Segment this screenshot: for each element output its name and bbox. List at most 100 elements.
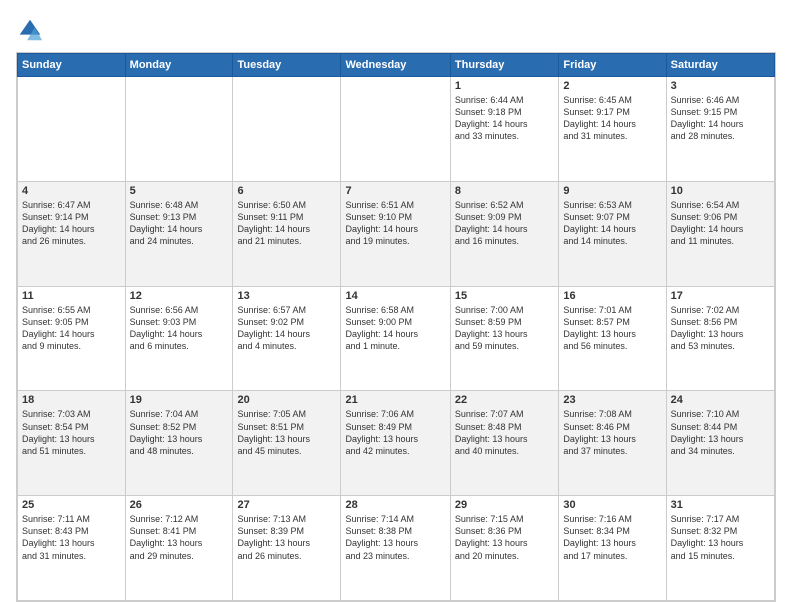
day-number: 31: [671, 499, 770, 511]
calendar-week-5: 25 Sunrise: 7:11 AM Sunset: 8:43 PM Dayli…: [18, 496, 775, 601]
day-info: Sunrise: 7:11 AM Sunset: 8:43 PM Dayligh…: [22, 513, 121, 562]
header: [16, 16, 776, 44]
header-day-sunday: Sunday: [18, 54, 126, 77]
day-info: Sunrise: 6:57 AM Sunset: 9:02 PM Dayligh…: [237, 304, 336, 353]
day-number: 15: [455, 290, 554, 302]
day-number: 10: [671, 185, 770, 197]
day-number: 7: [345, 185, 445, 197]
calendar-week-1: 1 Sunrise: 6:44 AM Sunset: 9:18 PM Daylig…: [18, 77, 775, 182]
day-info: Sunrise: 7:05 AM Sunset: 8:51 PM Dayligh…: [237, 408, 336, 457]
header-day-thursday: Thursday: [450, 54, 558, 77]
calendar-cell: 18 Sunrise: 7:03 AM Sunset: 8:54 PM Dayli…: [18, 391, 126, 496]
day-number: 12: [130, 290, 229, 302]
day-number: 22: [455, 394, 554, 406]
day-info: Sunrise: 6:53 AM Sunset: 9:07 PM Dayligh…: [563, 199, 661, 248]
day-number: 18: [22, 394, 121, 406]
day-info: Sunrise: 7:10 AM Sunset: 8:44 PM Dayligh…: [671, 408, 770, 457]
calendar-cell: 11 Sunrise: 6:55 AM Sunset: 9:05 PM Dayli…: [18, 286, 126, 391]
day-info: Sunrise: 7:14 AM Sunset: 8:38 PM Dayligh…: [345, 513, 445, 562]
logo-icon: [16, 16, 44, 44]
calendar-cell: [341, 77, 450, 182]
logo: [16, 16, 48, 44]
calendar-cell: 8 Sunrise: 6:52 AM Sunset: 9:09 PM Daylig…: [450, 181, 558, 286]
day-number: 17: [671, 290, 770, 302]
day-info: Sunrise: 7:03 AM Sunset: 8:54 PM Dayligh…: [22, 408, 121, 457]
day-number: 6: [237, 185, 336, 197]
day-number: 8: [455, 185, 554, 197]
calendar-cell: 5 Sunrise: 6:48 AM Sunset: 9:13 PM Daylig…: [125, 181, 233, 286]
calendar-cell: [233, 77, 341, 182]
day-number: 23: [563, 394, 661, 406]
day-info: Sunrise: 7:00 AM Sunset: 8:59 PM Dayligh…: [455, 304, 554, 353]
day-number: 5: [130, 185, 229, 197]
day-info: Sunrise: 7:17 AM Sunset: 8:32 PM Dayligh…: [671, 513, 770, 562]
day-number: 9: [563, 185, 661, 197]
calendar-cell: [125, 77, 233, 182]
day-number: 29: [455, 499, 554, 511]
day-info: Sunrise: 7:04 AM Sunset: 8:52 PM Dayligh…: [130, 408, 229, 457]
page: SundayMondayTuesdayWednesdayThursdayFrid…: [0, 0, 792, 612]
calendar-cell: 28 Sunrise: 7:14 AM Sunset: 8:38 PM Dayli…: [341, 496, 450, 601]
calendar-cell: 20Sunrise: 7:05 AM Sunset: 8:51 PM Dayli…: [233, 391, 341, 496]
calendar-cell: 15 Sunrise: 7:00 AM Sunset: 8:59 PM Dayli…: [450, 286, 558, 391]
calendar: SundayMondayTuesdayWednesdayThursdayFrid…: [16, 52, 776, 602]
calendar-cell: 29 Sunrise: 7:15 AM Sunset: 8:36 PM Dayli…: [450, 496, 558, 601]
calendar-cell: 26 Sunrise: 7:12 AM Sunset: 8:41 PM Dayli…: [125, 496, 233, 601]
day-number: 21: [345, 394, 445, 406]
day-info: Sunrise: 7:02 AM Sunset: 8:56 PM Dayligh…: [671, 304, 770, 353]
calendar-cell: 24 Sunrise: 7:10 AM Sunset: 8:44 PM Dayli…: [666, 391, 774, 496]
header-day-friday: Friday: [559, 54, 666, 77]
calendar-cell: 19Sunrise: 7:04 AM Sunset: 8:52 PM Dayli…: [125, 391, 233, 496]
header-day-wednesday: Wednesday: [341, 54, 450, 77]
day-info: Sunrise: 6:55 AM Sunset: 9:05 PM Dayligh…: [22, 304, 121, 353]
day-info: Sunrise: 7:15 AM Sunset: 8:36 PM Dayligh…: [455, 513, 554, 562]
day-info: Sunrise: 7:12 AM Sunset: 8:41 PM Dayligh…: [130, 513, 229, 562]
calendar-cell: 7 Sunrise: 6:51 AM Sunset: 9:10 PM Daylig…: [341, 181, 450, 286]
calendar-cell: 3Sunrise: 6:46 AM Sunset: 9:15 PM Daylig…: [666, 77, 774, 182]
calendar-cell: [18, 77, 126, 182]
day-info: Sunrise: 6:54 AM Sunset: 9:06 PM Dayligh…: [671, 199, 770, 248]
day-number: 2: [563, 80, 661, 92]
day-info: Sunrise: 6:56 AM Sunset: 9:03 PM Dayligh…: [130, 304, 229, 353]
day-info: Sunrise: 6:52 AM Sunset: 9:09 PM Dayligh…: [455, 199, 554, 248]
day-info: Sunrise: 6:44 AM Sunset: 9:18 PM Dayligh…: [455, 94, 554, 143]
day-info: Sunrise: 6:45 AM Sunset: 9:17 PM Dayligh…: [563, 94, 661, 143]
calendar-cell: 23 Sunrise: 7:08 AM Sunset: 8:46 PM Dayli…: [559, 391, 666, 496]
day-number: 13: [237, 290, 336, 302]
calendar-cell: 27Sunrise: 7:13 AM Sunset: 8:39 PM Dayli…: [233, 496, 341, 601]
day-info: Sunrise: 7:07 AM Sunset: 8:48 PM Dayligh…: [455, 408, 554, 457]
calendar-cell: 1 Sunrise: 6:44 AM Sunset: 9:18 PM Daylig…: [450, 77, 558, 182]
day-number: 28: [345, 499, 445, 511]
day-info: Sunrise: 6:46 AM Sunset: 9:15 PM Dayligh…: [671, 94, 770, 143]
day-number: 11: [22, 290, 121, 302]
day-number: 26: [130, 499, 229, 511]
calendar-header-row: SundayMondayTuesdayWednesdayThursdayFrid…: [18, 54, 775, 77]
day-info: Sunrise: 6:51 AM Sunset: 9:10 PM Dayligh…: [345, 199, 445, 248]
calendar-week-2: 4 Sunrise: 6:47 AM Sunset: 9:14 PM Daylig…: [18, 181, 775, 286]
calendar-cell: 12 Sunrise: 6:56 AM Sunset: 9:03 PM Dayli…: [125, 286, 233, 391]
day-info: Sunrise: 6:48 AM Sunset: 9:13 PM Dayligh…: [130, 199, 229, 248]
calendar-cell: 2 Sunrise: 6:45 AM Sunset: 9:17 PM Daylig…: [559, 77, 666, 182]
day-number: 16: [563, 290, 661, 302]
day-number: 27: [237, 499, 336, 511]
day-number: 4: [22, 185, 121, 197]
day-info: Sunrise: 7:01 AM Sunset: 8:57 PM Dayligh…: [563, 304, 661, 353]
calendar-cell: 17 Sunrise: 7:02 AM Sunset: 8:56 PM Dayli…: [666, 286, 774, 391]
calendar-cell: 14Sunrise: 6:58 AM Sunset: 9:00 PM Dayli…: [341, 286, 450, 391]
day-number: 25: [22, 499, 121, 511]
calendar-cell: 9 Sunrise: 6:53 AM Sunset: 9:07 PM Daylig…: [559, 181, 666, 286]
day-info: Sunrise: 7:08 AM Sunset: 8:46 PM Dayligh…: [563, 408, 661, 457]
day-number: 24: [671, 394, 770, 406]
calendar-cell: 16 Sunrise: 7:01 AM Sunset: 8:57 PM Dayli…: [559, 286, 666, 391]
day-info: Sunrise: 6:50 AM Sunset: 9:11 PM Dayligh…: [237, 199, 336, 248]
day-number: 1: [455, 80, 554, 92]
calendar-cell: 6 Sunrise: 6:50 AM Sunset: 9:11 PM Daylig…: [233, 181, 341, 286]
day-info: Sunrise: 7:06 AM Sunset: 8:49 PM Dayligh…: [345, 408, 445, 457]
header-day-monday: Monday: [125, 54, 233, 77]
day-number: 14: [345, 290, 445, 302]
day-number: 30: [563, 499, 661, 511]
header-day-saturday: Saturday: [666, 54, 774, 77]
day-info: Sunrise: 6:47 AM Sunset: 9:14 PM Dayligh…: [22, 199, 121, 248]
header-day-tuesday: Tuesday: [233, 54, 341, 77]
calendar-cell: 21 Sunrise: 7:06 AM Sunset: 8:49 PM Dayli…: [341, 391, 450, 496]
